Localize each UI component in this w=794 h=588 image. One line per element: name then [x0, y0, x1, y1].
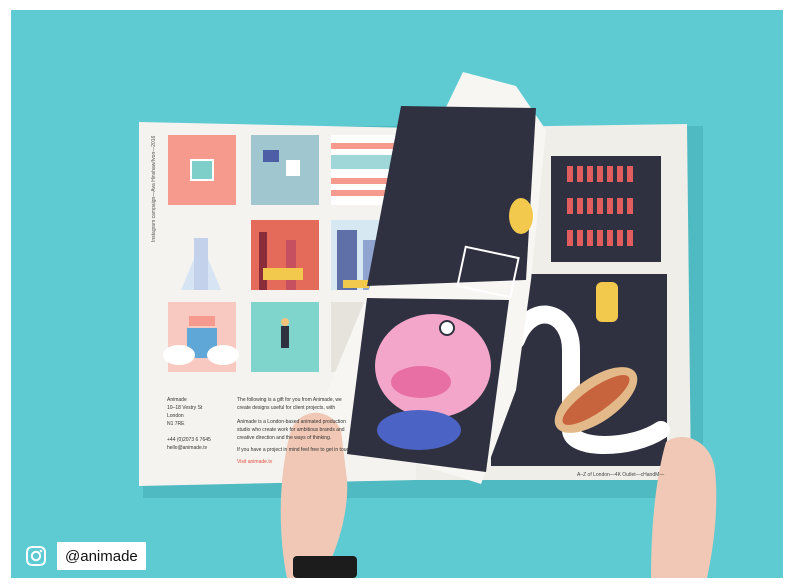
- wristwatch: [293, 556, 357, 578]
- social-badge[interactable]: @animade: [25, 542, 146, 570]
- contact-line: 10–18 Vestry St: [167, 405, 203, 411]
- contact-line: Animade: [167, 397, 187, 403]
- contact-line: London: [167, 413, 184, 419]
- social-handle[interactable]: @animade: [57, 542, 146, 570]
- magazine-photo: Instagram campaign—Ava Hinshaw/Ivon—2016…: [11, 10, 783, 578]
- intro-line: Animade is a London-based animated produ…: [237, 419, 346, 425]
- instagram-icon: [25, 545, 47, 567]
- vertical-caption: Instagram campaign—Ava Hinshaw/Ivon—2016: [151, 135, 157, 242]
- intro-line: studio who create work for ambitious bra…: [237, 427, 345, 433]
- contact-line: N1 7RE: [167, 421, 185, 427]
- intro-line: The following is a gift for you from Ani…: [237, 397, 342, 403]
- contact-line: +44 (0)2073 6 7645: [167, 437, 211, 443]
- magazine-spread-illustration: [139, 72, 717, 578]
- contact-line: hello@animade.tv: [167, 445, 208, 451]
- intro-line: If you have a project in mind feel free …: [237, 447, 352, 453]
- intro-line: creative direction and the ways of think…: [237, 435, 332, 441]
- right-page-footer: A–Z of London—4K Outlet—cHandM—: [577, 472, 665, 478]
- visit-link[interactable]: Visit animade.tv: [237, 458, 272, 466]
- intro-line: create designs useful for client project…: [237, 405, 336, 411]
